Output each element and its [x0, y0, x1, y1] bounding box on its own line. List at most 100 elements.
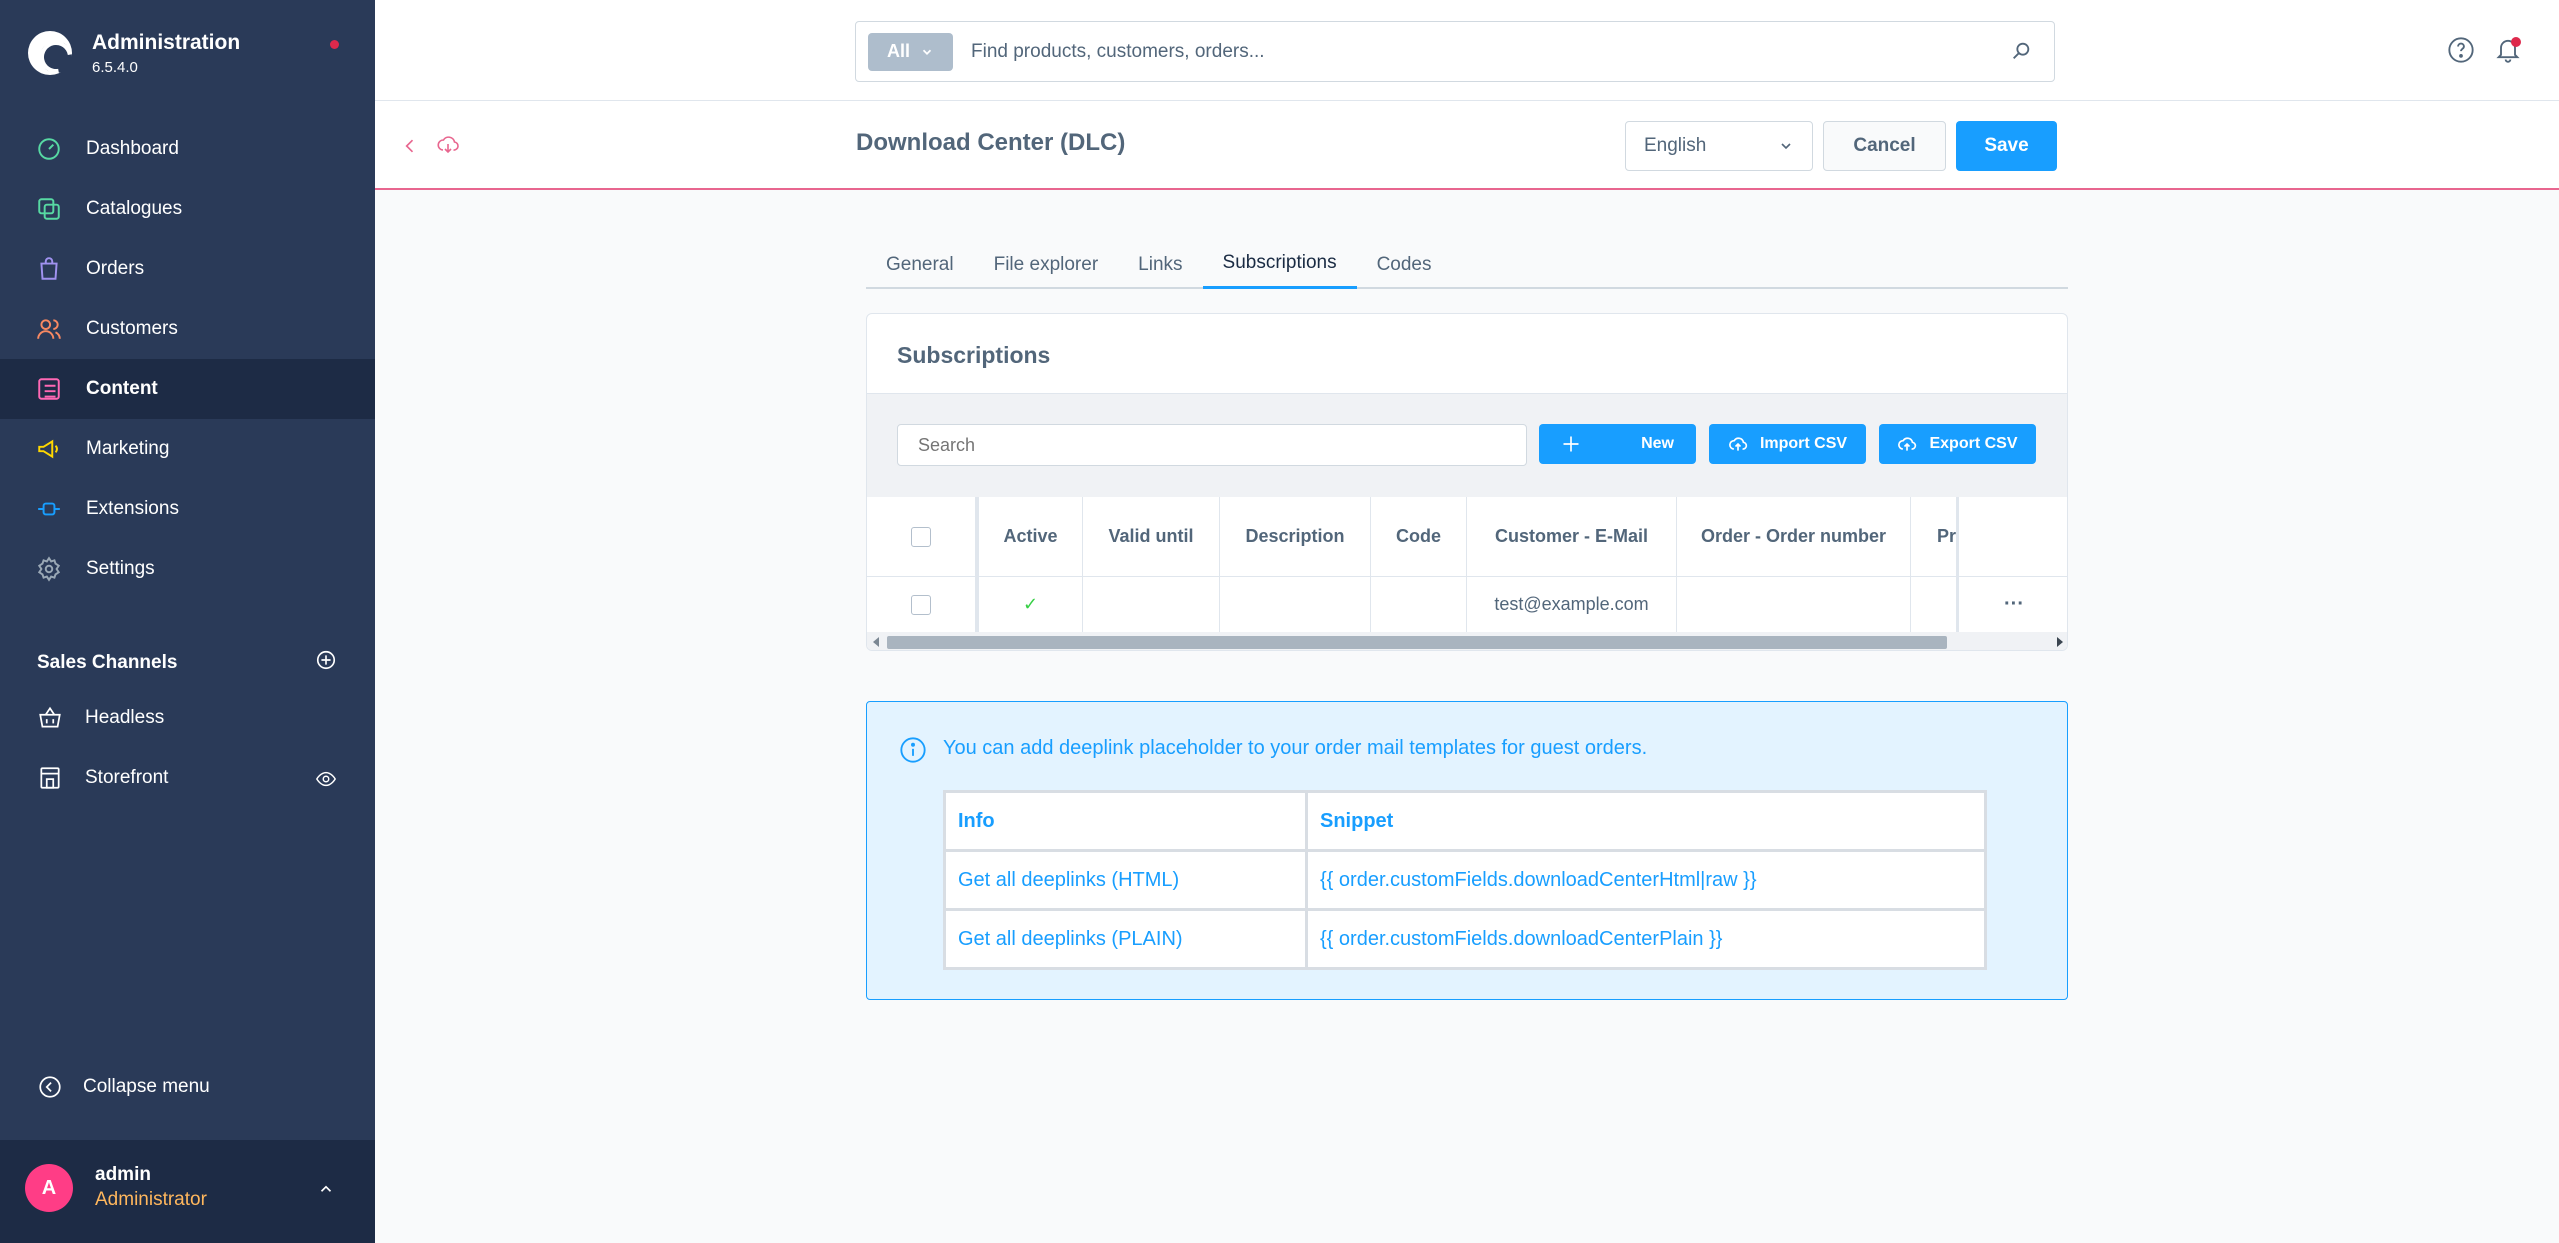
tab-codes[interactable]: Codes	[1357, 240, 1452, 289]
nav-item-label: Marketing	[86, 438, 170, 459]
content-icon	[36, 376, 62, 402]
nav-item-orders[interactable]: Orders	[0, 239, 375, 299]
sidebar: Administration 6.5.4.0 Dashboard Catalog…	[0, 0, 375, 1243]
tab-file-explorer[interactable]: File explorer	[974, 240, 1119, 289]
scrollbar-thumb[interactable]	[887, 636, 1947, 649]
tab-subscriptions[interactable]: Subscriptions	[1202, 240, 1357, 289]
sales-channel-label: Storefront	[85, 767, 169, 788]
collapse-menu[interactable]: Collapse menu	[37, 1074, 210, 1100]
save-button[interactable]: Save	[1956, 121, 2057, 171]
sales-channel-headless[interactable]: Headless	[0, 688, 375, 748]
help-icon[interactable]	[2447, 36, 2475, 69]
horizontal-scrollbar[interactable]	[867, 632, 2067, 650]
export-csv-button[interactable]: Export CSV	[1879, 424, 2036, 464]
row-select-cell	[867, 577, 979, 632]
collapse-icon	[37, 1074, 63, 1100]
scroll-right-arrow-icon[interactable]	[2057, 637, 2063, 647]
description-cell	[1220, 577, 1371, 632]
tab-links[interactable]: Links	[1118, 240, 1202, 289]
subscriptions-card: Subscriptions New Import CSV Export CSV …	[866, 313, 2068, 651]
nav-item-catalogues[interactable]: Catalogues	[0, 179, 375, 239]
plus-icon	[1563, 436, 1579, 452]
language-select[interactable]: English	[1625, 121, 1813, 171]
basket-icon	[37, 705, 63, 731]
top-bar: All	[375, 0, 2559, 101]
scroll-left-arrow-icon[interactable]	[873, 637, 879, 647]
sales-channel-label: Headless	[85, 707, 165, 728]
grid-toolbar: New Import CSV Export CSV	[867, 393, 2067, 497]
brand[interactable]: Administration 6.5.4.0	[28, 28, 240, 78]
cloud-upload-icon	[1728, 437, 1748, 451]
nav-item-content[interactable]: Content	[0, 359, 375, 419]
subscriptions-grid: Active Valid until Description Code Cust…	[867, 497, 2067, 650]
row-actions-icon[interactable]: ···	[1957, 577, 2067, 632]
column-header-customer-email[interactable]: Customer - E-Mail	[1467, 497, 1677, 576]
chevron-down-icon	[922, 49, 932, 55]
select-all-checkbox[interactable]	[911, 526, 931, 547]
column-header-valid-until[interactable]: Valid until	[1083, 497, 1220, 576]
status-dot	[330, 40, 339, 49]
export-csv-label: Export CSV	[1929, 435, 2018, 452]
user-panel[interactable]: A admin Administrator	[0, 1140, 375, 1243]
column-header-order-number[interactable]: Order - Order number	[1677, 497, 1911, 576]
column-header-description[interactable]: Description	[1220, 497, 1371, 576]
back-arrow-icon[interactable]	[400, 135, 420, 162]
user-name: admin	[95, 1164, 151, 1185]
chevron-up-icon[interactable]	[317, 1180, 335, 1203]
marketing-icon	[36, 436, 62, 462]
dashboard-icon	[36, 136, 62, 162]
search-icon[interactable]	[2010, 40, 2032, 67]
global-search: All	[855, 21, 2055, 82]
column-header-snippet: Snippet	[1305, 790, 1987, 852]
customer-email-cell: test@example.com	[1467, 577, 1677, 632]
table-row[interactable]: ✓ test@example.com ···	[867, 577, 2067, 632]
grid-header-row: Active Valid until Description Code Cust…	[867, 497, 2067, 577]
settings-icon	[36, 556, 62, 582]
sales-channel-storefront[interactable]: Storefront	[0, 748, 375, 808]
select-all-cell	[867, 497, 979, 576]
table-row: Get all deeplinks (HTML) {{ order.custom…	[943, 849, 1987, 911]
search-input[interactable]	[971, 40, 1971, 63]
table-header-row: Info Snippet	[943, 790, 1987, 852]
info-icon	[899, 736, 927, 769]
row-checkbox[interactable]	[911, 594, 931, 615]
cloud-download-icon	[436, 133, 460, 162]
snippet-info-cell: Get all deeplinks (PLAIN)	[943, 908, 1308, 970]
sales-channels-title: Sales Channels	[37, 652, 178, 673]
nav-item-dashboard[interactable]: Dashboard	[0, 119, 375, 179]
brand-title: Administration	[92, 30, 241, 54]
tab-bar: General File explorer Links Subscription…	[866, 240, 2068, 289]
cancel-button[interactable]: Cancel	[1823, 121, 1946, 171]
add-sales-channel-icon[interactable]	[315, 649, 337, 677]
nav-item-settings[interactable]: Settings	[0, 539, 375, 599]
tab-general[interactable]: General	[866, 240, 974, 289]
table-row: Get all deeplinks (PLAIN) {{ order.custo…	[943, 908, 1987, 970]
snippet-table: Info Snippet Get all deeplinks (HTML) {{…	[943, 790, 1987, 970]
nav-item-label: Settings	[86, 558, 155, 579]
import-csv-button[interactable]: Import CSV	[1709, 424, 1866, 464]
new-button[interactable]: New	[1539, 424, 1696, 464]
user-role: Administrator	[95, 1189, 207, 1210]
nav-item-customers[interactable]: Customers	[0, 299, 375, 359]
search-type-dropdown[interactable]: All	[868, 32, 953, 71]
chevron-down-icon	[1781, 143, 1791, 150]
eye-icon[interactable]	[315, 768, 337, 796]
column-header-code[interactable]: Code	[1371, 497, 1467, 576]
order-number-cell	[1677, 577, 1911, 632]
brand-version: 6.5.4.0	[92, 58, 138, 76]
nav-item-label: Catalogues	[86, 198, 183, 219]
language-select-value: English	[1644, 135, 1707, 156]
nav-item-extensions[interactable]: Extensions	[0, 479, 375, 539]
new-button-label: New	[1641, 435, 1674, 452]
nav-item-marketing[interactable]: Marketing	[0, 419, 375, 479]
column-header-info: Info	[943, 790, 1308, 852]
snippet-code-cell: {{ order.customFields.downloadCenterHtml…	[1305, 849, 1987, 911]
column-header-active[interactable]: Active	[979, 497, 1083, 576]
info-alert: You can add deeplink placeholder to your…	[866, 701, 2068, 1000]
card-title: Subscriptions	[897, 342, 1051, 368]
nav-item-label: Orders	[86, 258, 145, 279]
snippet-info-cell: Get all deeplinks (HTML)	[943, 849, 1308, 911]
column-header-truncated[interactable]: Pr	[1911, 497, 1957, 576]
grid-search-input[interactable]	[897, 424, 1527, 466]
import-csv-label: Import CSV	[1759, 435, 1848, 452]
